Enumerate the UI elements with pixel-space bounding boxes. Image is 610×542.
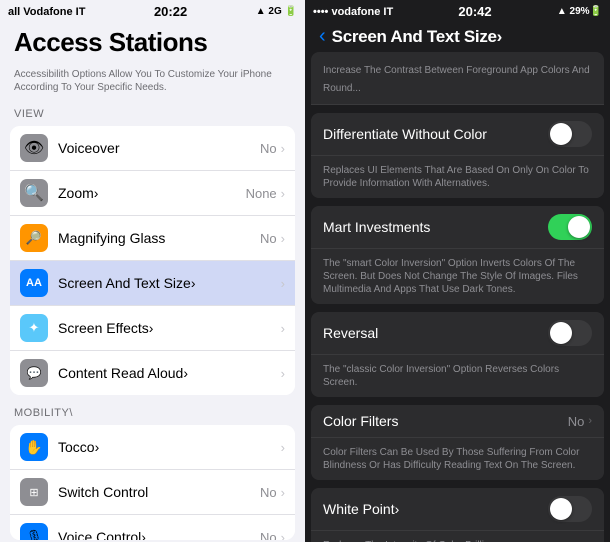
content-read-row[interactable]: 💬 Content Read Aloud› › [10, 351, 295, 395]
left-title: Access Stations [14, 27, 291, 58]
differentiate-knob [550, 123, 572, 145]
mart-row[interactable]: Mart Investments [311, 206, 604, 249]
switch-control-value: No [260, 485, 277, 500]
zoom-label: Zoom› [58, 185, 246, 201]
zoom-value: None [246, 186, 277, 201]
reversal-toggle[interactable] [548, 320, 592, 346]
tocco-chevron: › [281, 440, 285, 455]
color-filters-chevron: › [588, 415, 592, 427]
mart-label: Mart Investments [323, 219, 430, 235]
voice-control-chevron: › [281, 530, 285, 540]
differentiate-row[interactable]: Differentiate Without Color [311, 113, 604, 156]
screen-text-size-row[interactable]: AA Screen And Text Size› › [10, 261, 295, 306]
reversal-knob [550, 322, 572, 344]
magnifying-value: No [260, 231, 277, 246]
voiceover-icon: 👁 [20, 134, 48, 162]
color-filters-row[interactable]: Color Filters No › [311, 405, 604, 438]
voiceover-value: No [260, 141, 277, 156]
screen-text-chevron: › [281, 276, 285, 291]
content-read-chevron: › [281, 366, 285, 381]
left-time: 20:22 [154, 4, 187, 19]
color-filters-sub: Color Filters Can Be Used By Those Suffe… [311, 438, 604, 480]
right-title: Screen And Text Size› [332, 27, 502, 47]
switch-control-icon: ⊞ [20, 478, 48, 506]
color-filters-subtitle: Color Filters Can Be Used By Those Suffe… [323, 446, 592, 472]
reversal-row[interactable]: Reversal [311, 312, 604, 355]
voice-control-row[interactable]: 🎙 Voice Control› No › [10, 515, 295, 540]
white-point-toggle[interactable] [548, 496, 592, 522]
right-scroll: Increase The Contrast Between Foreground… [305, 52, 610, 542]
content-read-icon: 💬 [20, 359, 48, 387]
section-label-view: VIEW [0, 98, 305, 124]
reversal-label: Reversal [323, 325, 378, 341]
magnifying-icon: 🔎 [20, 224, 48, 252]
differentiate-label: Differentiate Without Color [323, 126, 487, 142]
white-point-sub: Reduces The Intensity Of Color Brillianc… [311, 531, 604, 542]
section-label-mobility: MOBILITY\ [0, 397, 305, 423]
tocco-row[interactable]: ✋ Tocco› › [10, 425, 295, 470]
voiceover-chevron: › [281, 141, 285, 156]
left-subtitle: Accessibilith Options Allow You To Custo… [0, 62, 305, 98]
top-note-text: Increase The Contrast Between Foreground… [323, 65, 590, 94]
mart-group: Mart Investments The "smart Color Invers… [311, 206, 604, 304]
right-panel: •••• vodafone IT 20:42 ▲ 29%🔋 ‹ Screen A… [305, 0, 610, 542]
differentiate-subtitle: Replaces UI Elements That Are Based On O… [323, 164, 592, 190]
left-status-icons: ▲ 2G 🔋 [256, 6, 297, 17]
magnifying-chevron: › [281, 231, 285, 246]
color-filters-group: Color Filters No › Color Filters Can Be … [311, 405, 604, 480]
back-button[interactable]: ‹ [319, 25, 326, 48]
left-carrier: all Vodafone IT [8, 6, 85, 18]
content-read-label: Content Read Aloud› [58, 365, 281, 381]
right-carrier: •••• vodafone IT [313, 6, 393, 18]
switch-control-label: Switch Control [58, 484, 260, 500]
left-status-bar: all Vodafone IT 20:22 ▲ 2G 🔋 [0, 0, 305, 21]
tocco-label: Tocco› [58, 439, 281, 455]
tocco-icon: ✋ [20, 433, 48, 461]
reversal-sub: The "classic Color Inversion" Option Rev… [311, 355, 604, 397]
view-group: 👁 Voiceover No › 🔍 Zoom› None › 🔎 Magnif… [10, 126, 295, 395]
screen-effects-icon: ✦ [20, 314, 48, 342]
reversal-group: Reversal The "classic Color Inversion" O… [311, 312, 604, 397]
left-header: Access Stations [0, 21, 305, 62]
white-point-label: White Point› [323, 501, 399, 517]
mobility-group: ✋ Tocco› › ⊞ Switch Control No › 🎙 Voice… [10, 425, 295, 540]
voice-control-icon: 🎙 [20, 523, 48, 540]
screen-effects-label: Screen Effects› [58, 320, 281, 336]
color-filters-value: No [568, 414, 585, 429]
white-point-group: White Point› Reduces The Intensity Of Co… [311, 488, 604, 542]
voiceover-row[interactable]: 👁 Voiceover No › [10, 126, 295, 171]
voice-control-label: Voice Control› [58, 529, 260, 540]
right-status-icons: ▲ 29%🔋 [557, 6, 602, 17]
magnifying-label: Magnifying Glass [58, 230, 260, 246]
mart-knob [568, 216, 590, 238]
screen-effects-chevron: › [281, 321, 285, 336]
right-header: ‹ Screen And Text Size› [305, 21, 610, 52]
switch-control-chevron: › [281, 485, 285, 500]
mart-toggle[interactable] [548, 214, 592, 240]
white-point-row[interactable]: White Point› [311, 488, 604, 531]
left-panel: all Vodafone IT 20:22 ▲ 2G 🔋 Access Stat… [0, 0, 305, 542]
voice-control-value: No [260, 530, 277, 540]
white-point-knob [550, 498, 572, 520]
zoom-chevron: › [281, 186, 285, 201]
top-note-row: Increase The Contrast Between Foreground… [311, 52, 604, 105]
right-status-bar: •••• vodafone IT 20:42 ▲ 29%🔋 [305, 0, 610, 21]
zoom-icon: 🔍 [20, 179, 48, 207]
mart-sub: The "smart Color Inversion" Option Inver… [311, 249, 604, 304]
switch-control-row[interactable]: ⊞ Switch Control No › [10, 470, 295, 515]
color-filters-label: Color Filters [323, 413, 398, 429]
screen-text-icon: AA [20, 269, 48, 297]
differentiate-toggle[interactable] [548, 121, 592, 147]
differentiate-group: Differentiate Without Color Replaces UI … [311, 113, 604, 198]
screen-effects-row[interactable]: ✦ Screen Effects› › [10, 306, 295, 351]
voiceover-label: Voiceover [58, 140, 260, 156]
reversal-subtitle: The "classic Color Inversion" Option Rev… [323, 363, 592, 389]
zoom-row[interactable]: 🔍 Zoom› None › [10, 171, 295, 216]
right-time: 20:42 [458, 4, 491, 19]
mart-subtitle: The "smart Color Inversion" Option Inver… [323, 257, 592, 296]
differentiate-sub: Replaces UI Elements That Are Based On O… [311, 156, 604, 198]
magnifying-row[interactable]: 🔎 Magnifying Glass No › [10, 216, 295, 261]
screen-text-label: Screen And Text Size› [58, 275, 281, 291]
